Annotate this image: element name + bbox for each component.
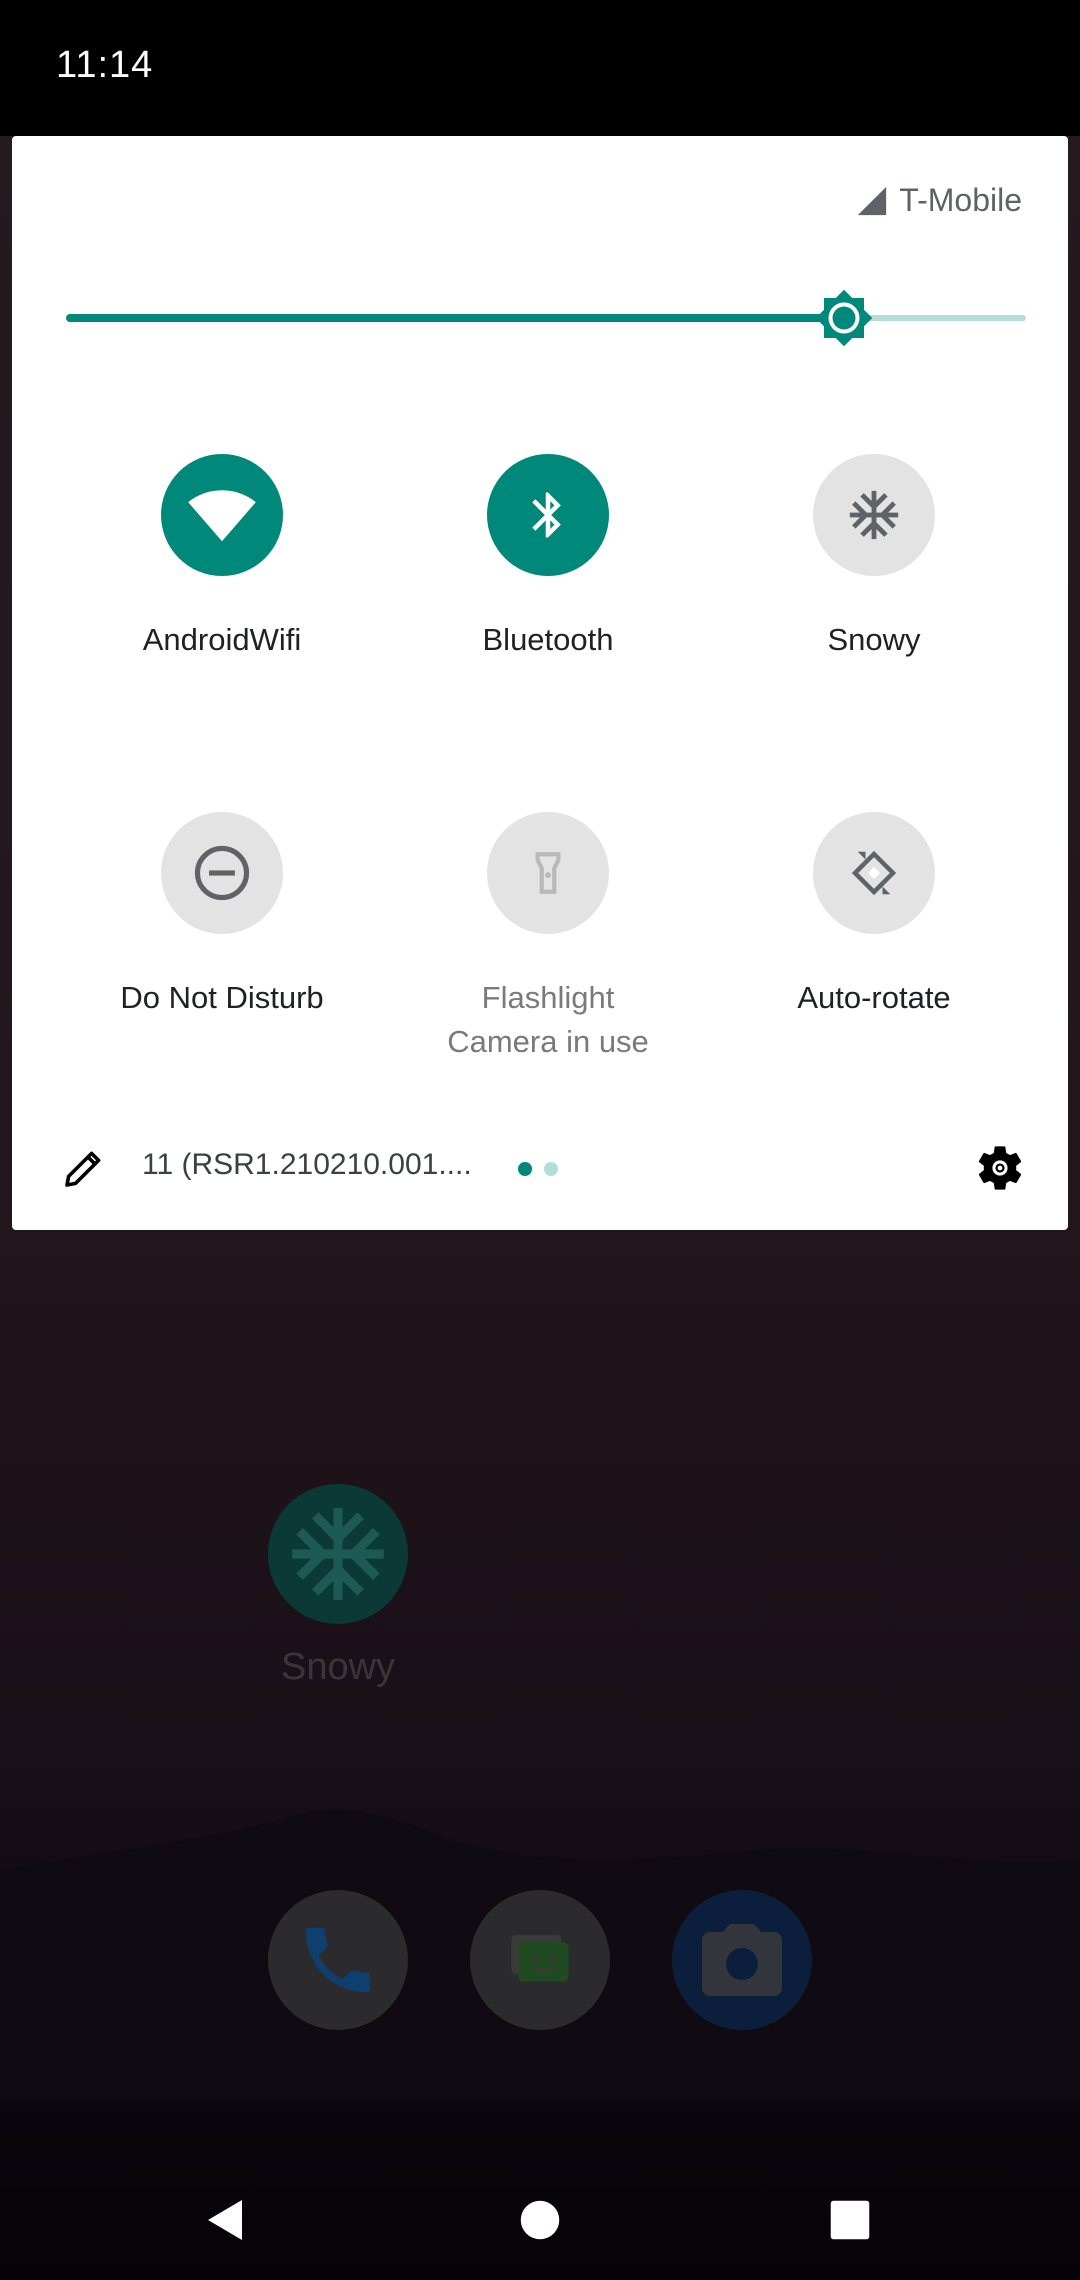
home-app-snowy[interactable]: Snowy	[268, 1484, 408, 1689]
snowflake-icon	[813, 454, 935, 576]
signal-icon	[858, 186, 887, 215]
phone-icon	[305, 1927, 371, 1993]
home-icon	[520, 2200, 560, 2240]
auto-rotate-icon	[813, 812, 935, 934]
back-button[interactable]	[186, 2180, 266, 2260]
recents-button[interactable]	[810, 2180, 890, 2260]
dock-phone[interactable]	[268, 1890, 408, 2030]
settings-button[interactable]	[968, 1136, 1032, 1200]
home-app-label: Snowy	[280, 1646, 396, 1688]
home-button[interactable]	[500, 2180, 580, 2260]
carrier-name: T-Mobile	[899, 182, 1022, 218]
build-number[interactable]: 11 (RSR1.210210.001....	[142, 1148, 472, 1182]
quick-settings-panel: T-Mobile AndroidWifi Bluetooth Snowy Do …	[12, 136, 1068, 1230]
dock-messages[interactable]	[470, 1890, 610, 2030]
carrier-indicator: T-Mobile	[855, 182, 1022, 219]
back-icon	[208, 2200, 242, 2240]
tile-label: Do Not Disturb	[120, 980, 324, 1015]
dock-camera[interactable]	[672, 1890, 812, 2030]
page-dot	[518, 1162, 532, 1176]
snowflake-icon	[268, 1484, 408, 1624]
page-indicator	[518, 1162, 558, 1176]
do-not-disturb-icon	[161, 812, 283, 934]
messages-icon	[511, 1934, 569, 1996]
tile-snowy[interactable]: Snowy	[714, 454, 1034, 662]
brightness-slider[interactable]	[66, 288, 1026, 348]
tile-label: Auto-rotate	[797, 980, 951, 1015]
tile-wifi[interactable]: AndroidWifi	[62, 454, 382, 662]
bluetooth-icon	[487, 454, 609, 576]
camera-icon	[702, 1924, 782, 1996]
wifi-icon	[161, 454, 283, 576]
tile-sublabel: Camera in use	[447, 1024, 649, 1059]
quick-settings-footer: 11 (RSR1.210210.001....	[12, 1126, 1068, 1210]
pencil-icon	[65, 1151, 101, 1187]
gear-icon	[978, 1146, 1022, 1190]
edit-button[interactable]	[52, 1136, 116, 1200]
brightness-icon	[815, 289, 872, 347]
brightness-thumb[interactable]	[814, 288, 874, 348]
tile-auto-rotate[interactable]: Auto-rotate	[714, 812, 1034, 1020]
tile-label: Bluetooth	[482, 622, 614, 657]
tile-label: Snowy	[827, 622, 921, 657]
recents-icon	[830, 2200, 870, 2240]
status-bar: 11:14	[0, 0, 1080, 136]
tile-label: Flashlight	[481, 980, 615, 1015]
navigation-bar	[0, 2150, 1080, 2280]
tile-label: AndroidWifi	[142, 622, 302, 657]
tile-bluetooth[interactable]: Bluetooth	[388, 454, 708, 662]
tile-flashlight[interactable]: Flashlight Camera in use	[388, 812, 708, 1064]
brightness-track-fill	[66, 314, 844, 322]
status-time: 11:14	[56, 44, 154, 86]
flashlight-icon	[487, 812, 609, 934]
tile-do-not-disturb[interactable]: Do Not Disturb	[62, 812, 382, 1020]
page-dot	[544, 1162, 558, 1176]
